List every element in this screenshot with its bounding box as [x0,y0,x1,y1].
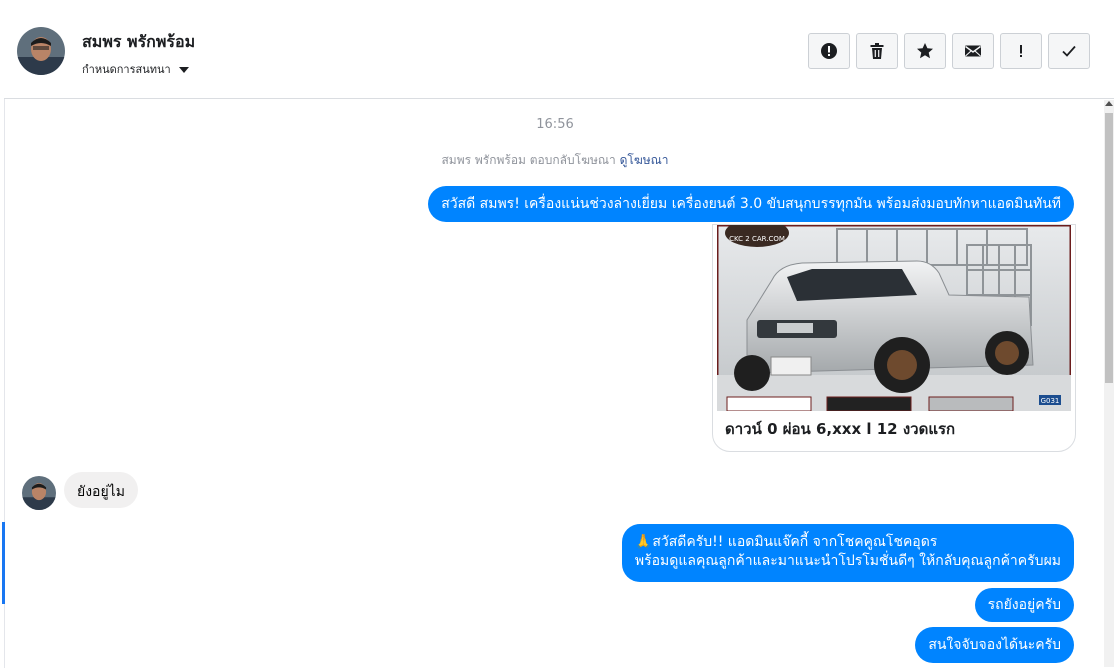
outgoing-message: สวัสดี สมพร! เครื่องแน่นช่วงล่างเยี่ยม เ… [428,186,1074,222]
conversation-header: สมพร พรักพร้อม กำหนดการสนทนา [4,3,1114,99]
dealer-logo: CKC 2 CAR.COM [729,235,785,243]
ad-card-caption: ดาวน์ 0 ผ่อน 6,xxx l 12 งวดแรก [725,420,956,438]
message-timestamp: 16:56 [536,117,574,132]
caret-down-icon [178,67,189,73]
follow-up-button[interactable] [1000,33,1042,69]
assign-conversation-dropdown[interactable]: กำหนดการสนทนา [82,60,189,78]
contact-avatar[interactable] [17,27,65,75]
star-button[interactable] [904,33,946,69]
outgoing-message: รถยังอยู่ครับ [974,588,1074,622]
scrollbar-thumb[interactable] [1105,113,1113,383]
scroll-up-arrow-icon[interactable] [1105,101,1113,106]
delete-button[interactable] [856,33,898,69]
checkmark-icon [1062,45,1076,57]
incoming-message: ยังอยู่ไม [64,472,138,508]
selection-indicator [2,522,5,604]
contact-name: สมพร พรักพร้อม [82,32,196,51]
greeting-line-2: พร้อมดูแลคุณลูกค้าและมาแนะนำโปรโมชั่นดีๆ… [634,553,1061,569]
pray-emoji-icon: 🙏 [634,534,653,550]
ad-reply-text: สมพร พรักพร้อม ตอบกลับโฆษณา [441,153,616,167]
mark-done-button[interactable] [1048,33,1090,69]
exclamation-icon [1020,45,1022,57]
alert-circle-icon [821,43,837,59]
greeting-line-1: สวัสดีครับ!! แอดมินแจ๊คกี้ จากโชคคูณโชคอ… [652,534,938,550]
ad-reply-notice: สมพร พรักพร้อม ตอบกลับโฆษณา ดูโฆษณา [0,151,1110,170]
trash-icon [870,43,884,59]
view-ad-link[interactable]: ดูโฆษณา [620,153,669,167]
mark-spam-button[interactable] [808,33,850,69]
star-icon [917,43,933,59]
contact-avatar-small [22,476,56,510]
outgoing-message: สนใจจับจองได้นะครับ [915,627,1074,663]
ad-card[interactable]: CKC 2 CAR.COM G031 ดาวน์ 0 ผ่อน 6,xxx l … [712,224,1076,452]
envelope-icon [965,45,981,57]
mark-unread-button[interactable] [952,33,994,69]
car-image: CKC 2 CAR.COM G031 [715,225,1073,413]
listing-code: G031 [1041,397,1060,405]
assign-conversation-label: กำหนดการสนทนา [82,63,171,76]
outgoing-message-greeting: 🙏สวัสดีครับ!! แอดมินแจ๊คกี้ จากโชคคูณโชค… [621,524,1074,582]
